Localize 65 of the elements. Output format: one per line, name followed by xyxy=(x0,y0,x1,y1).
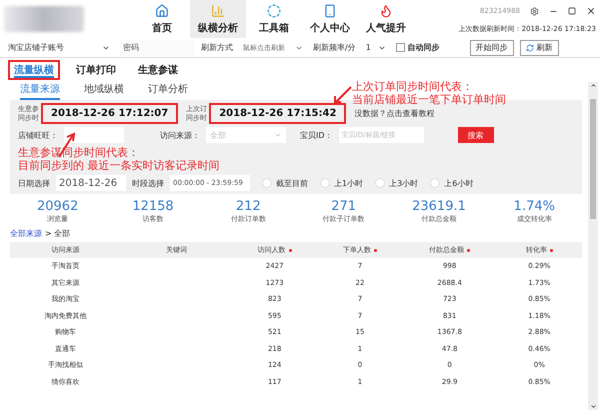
time-label: 时段选择 xyxy=(132,178,164,188)
stat-value: 23619.1 xyxy=(412,199,466,214)
refresh-button[interactable]: 刷新 xyxy=(520,40,559,56)
date-field[interactable]: 2018-12-26 xyxy=(56,175,126,191)
frequency-label: 刷新频率/分 xyxy=(313,42,356,53)
radio-label: 上3小时 xyxy=(389,178,418,188)
tab[interactable]: 订单打印 xyxy=(70,60,122,80)
sync-time: 2018-12-26 17:15:42 xyxy=(209,103,346,124)
breadcrumb-link[interactable]: 全部来源 xyxy=(10,228,42,238)
scrollbar-thumb[interactable] xyxy=(590,99,596,219)
date-label: 日期选择 xyxy=(18,178,50,188)
chart-icon xyxy=(211,4,225,18)
start-sync-button[interactable]: 开始同步 xyxy=(470,40,514,56)
shop-field[interactable] xyxy=(64,127,124,143)
radio-label: 截至目前 xyxy=(276,178,308,188)
maximize-icon[interactable] xyxy=(568,7,576,15)
close-icon[interactable] xyxy=(586,6,596,16)
auto-sync-checkbox[interactable] xyxy=(396,43,405,52)
sort-icon[interactable] xyxy=(550,248,553,252)
nav-tab[interactable]: 人气提升 xyxy=(358,0,414,38)
sub-tab[interactable]: 订单分析 xyxy=(148,82,188,100)
phone-icon xyxy=(323,4,337,18)
scroll-down-icon[interactable] xyxy=(590,403,596,410)
tab[interactable]: 流量纵横 xyxy=(8,60,60,80)
settings-icon[interactable] xyxy=(530,6,539,16)
item-id-label: 宝贝ID： xyxy=(300,130,333,140)
sub-tab[interactable]: 地域纵横 xyxy=(84,82,124,100)
breadcrumb-current: > 全部 xyxy=(45,228,70,238)
nav-tab[interactable]: 纵横分析 xyxy=(190,0,246,38)
flame-icon xyxy=(379,4,393,18)
stat-value: 20962 xyxy=(36,199,78,214)
stat-value: 12158 xyxy=(132,199,174,214)
sort-icon[interactable] xyxy=(467,248,470,252)
refresh-mode-label: 刷新方式 xyxy=(201,42,233,53)
annotation-text: 上次订单同步时间代表： xyxy=(352,80,474,93)
home-icon xyxy=(155,4,169,18)
password-field[interactable]: 密码 xyxy=(120,40,195,56)
dropdown-icon xyxy=(274,131,282,139)
annotation-text: 目前同步到的 最近一条实时访客记录时间 xyxy=(18,159,220,172)
radio-label: 上6小时 xyxy=(444,178,474,188)
shop-label: 店铺旺旺： xyxy=(18,130,58,140)
tab[interactable]: 生意参谋 xyxy=(132,60,184,80)
help-link[interactable]: 没数据？点击查看教程 xyxy=(354,108,434,119)
radio-button[interactable] xyxy=(375,178,386,188)
sync-time: 2018-12-26 17:12:07 xyxy=(41,103,178,124)
scroll-up-icon[interactable] xyxy=(590,82,596,89)
stat-value: 271 xyxy=(331,199,356,214)
stat-value: 212 xyxy=(236,199,261,214)
circle-icon xyxy=(267,4,281,18)
refresh-icon xyxy=(526,44,534,52)
source-label: 访问来源： xyxy=(160,130,200,140)
nav-tab[interactable]: 工具箱 xyxy=(246,0,302,38)
radio-label: 上1小时 xyxy=(334,178,364,188)
search-button[interactable]: 搜索 xyxy=(458,127,494,143)
sort-icon[interactable] xyxy=(374,248,378,252)
stat-value: 1.74% xyxy=(514,199,555,214)
annotation-text: 当前店铺最近一笔下单订单时间 xyxy=(352,93,506,106)
nav-tab[interactable]: 首页 xyxy=(134,0,190,38)
sort-icon[interactable] xyxy=(288,248,292,252)
radio-button[interactable] xyxy=(262,178,272,188)
radio-button[interactable] xyxy=(320,178,330,188)
radio-button[interactable] xyxy=(430,178,440,188)
nav-tab[interactable]: 个人中心 xyxy=(302,0,358,38)
auto-sync-label: 自动同步 xyxy=(408,42,440,53)
annotation-arrow xyxy=(332,86,352,104)
